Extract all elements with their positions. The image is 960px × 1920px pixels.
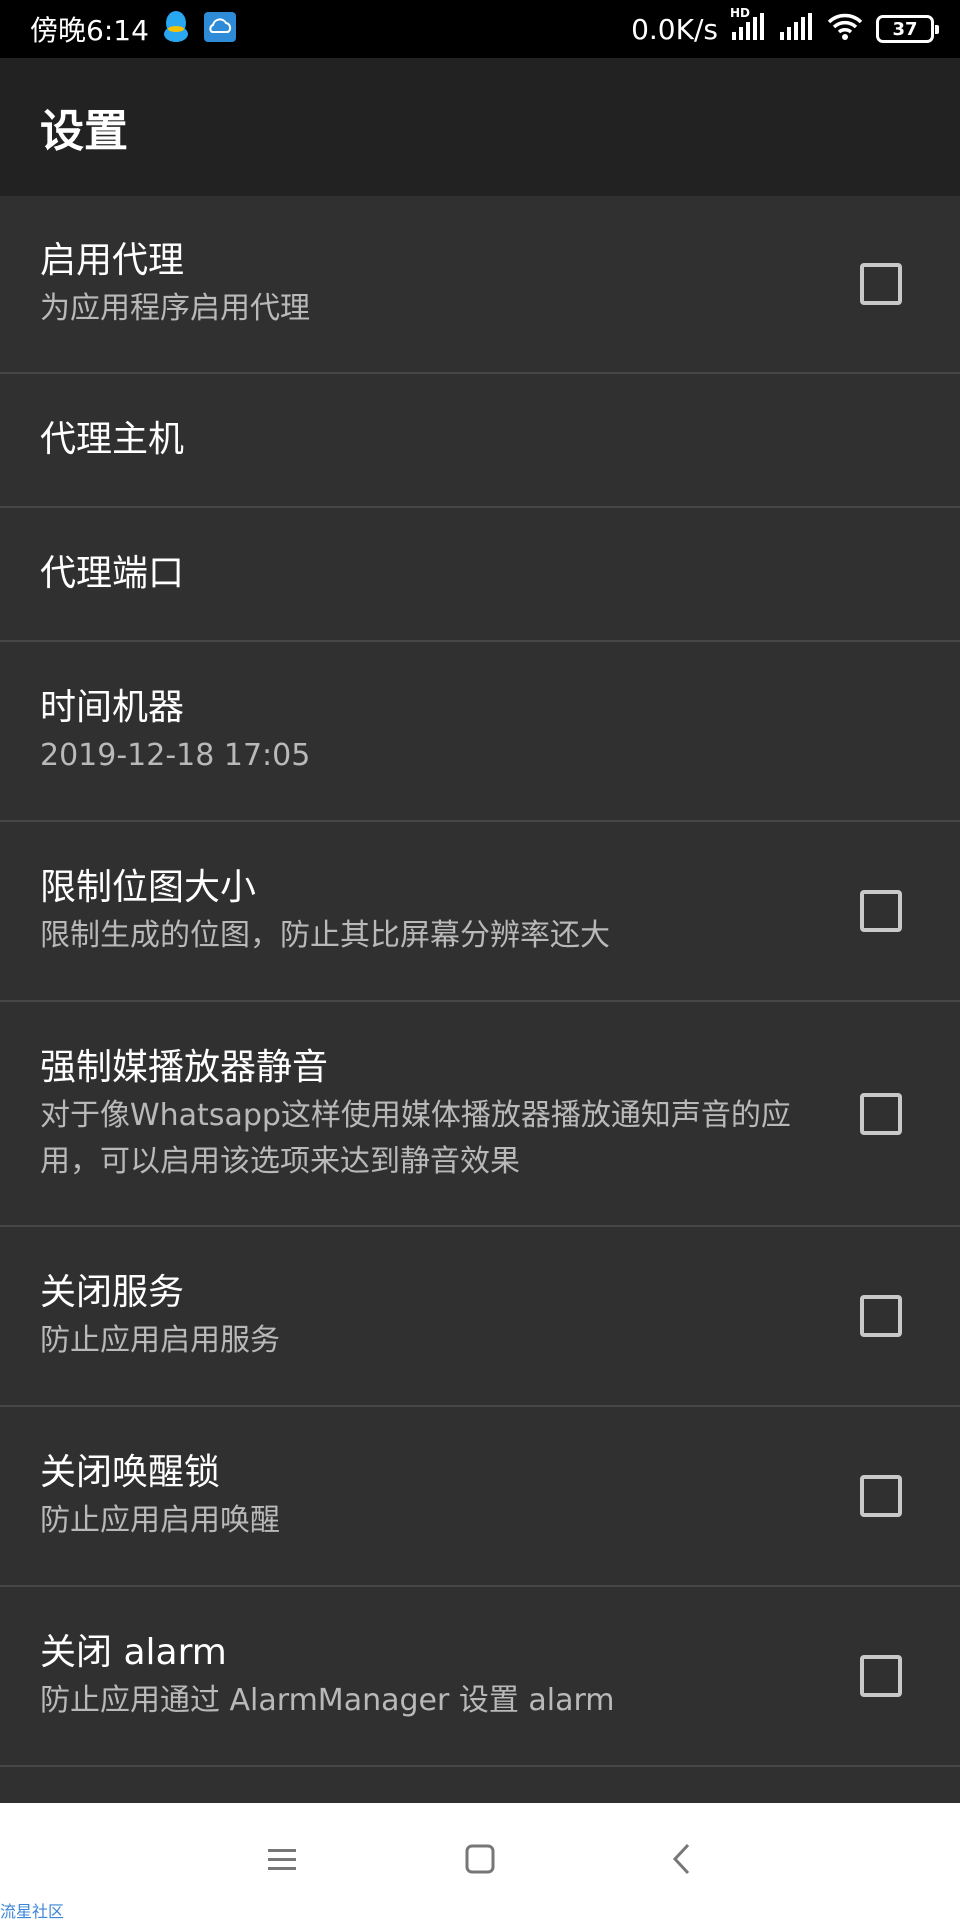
setting-subtitle: 2019-12-18 17:05 xyxy=(40,738,311,773)
setting-title: 代理端口 xyxy=(40,553,185,594)
signal-icon-2 xyxy=(778,12,814,46)
setting-text: 代理端口 xyxy=(40,549,920,599)
watermark: 流星社区 xyxy=(0,1902,65,1920)
setting-proxy-host[interactable]: 代理主机 xyxy=(0,374,960,508)
settings-list: 启用代理 为应用程序启用代理 代理主机 代理端口 时间机器 2019-12-18… xyxy=(0,196,960,1767)
screen: 傍晚6:14 0.0K/s HD 37 设置 启用代理 为应用程序启用代理 代理… xyxy=(0,0,960,1920)
hd-badge: HD xyxy=(730,6,751,20)
setting-limit-bitmap[interactable]: 限制位图大小 限制生成的位图，防止其比屏幕分辨率还大 xyxy=(0,822,960,1002)
nav-bar xyxy=(0,1803,960,1920)
cloud-icon xyxy=(203,11,237,47)
setting-text: 关闭服务 防止应用启用服务 xyxy=(40,1268,860,1364)
setting-title: 关闭服务 xyxy=(40,1272,185,1313)
setting-title: 关闭唤醒锁 xyxy=(40,1452,221,1493)
setting-title: 代理主机 xyxy=(40,419,185,460)
mute-media-player-checkbox[interactable] xyxy=(860,1092,902,1135)
setting-subtitle: 限制生成的位图，防止其比屏幕分辨率还大 xyxy=(40,918,610,953)
disable-services-checkbox[interactable] xyxy=(860,1295,902,1337)
qq-icon xyxy=(161,10,191,48)
back-icon[interactable] xyxy=(652,1829,712,1889)
setting-text: 限制位图大小 限制生成的位图，防止其比屏幕分辨率还大 xyxy=(40,863,860,959)
status-bar: 傍晚6:14 0.0K/s HD 37 xyxy=(0,0,960,58)
setting-time-machine[interactable]: 时间机器 2019-12-18 17:05 xyxy=(0,642,960,822)
setting-title: 关闭 alarm xyxy=(40,1632,227,1673)
status-right: 0.0K/s HD 37 xyxy=(631,6,939,46)
network-speed: 0.0K/s xyxy=(631,12,718,46)
setting-text: 关闭唤醒锁 防止应用启用唤醒 xyxy=(40,1448,860,1544)
disable-alarm-checkbox[interactable] xyxy=(860,1655,902,1697)
setting-disable-alarm[interactable]: 关闭 alarm 防止应用通过 AlarmManager 设置 alarm xyxy=(0,1587,960,1767)
status-time: 傍晚6:14 xyxy=(30,14,149,47)
setting-title: 时间机器 xyxy=(40,687,185,728)
setting-mute-media-player[interactable]: 强制媒播放器静音 对于像Whatsapp这样使用媒体播放器播放通知声音的应用，可… xyxy=(0,1002,960,1227)
setting-text: 启用代理 为应用程序启用代理 xyxy=(40,236,860,332)
setting-proxy-port[interactable]: 代理端口 xyxy=(0,508,960,642)
setting-subtitle: 为应用程序启用代理 xyxy=(40,291,310,326)
signal-icon: HD xyxy=(730,6,766,46)
setting-text: 强制媒播放器静音 对于像Whatsapp这样使用媒体播放器播放通知声音的应用，可… xyxy=(40,1043,860,1185)
enable-proxy-checkbox[interactable] xyxy=(860,263,902,305)
setting-subtitle: 防止应用启用唤醒 xyxy=(40,1503,280,1538)
home-icon[interactable] xyxy=(450,1829,510,1889)
setting-title: 强制媒播放器静音 xyxy=(40,1046,329,1088)
setting-text: 关闭 alarm 防止应用通过 AlarmManager 设置 alarm xyxy=(40,1628,860,1724)
menu-icon[interactable] xyxy=(252,1829,312,1889)
setting-title: 启用代理 xyxy=(40,240,185,281)
disable-wakelock-checkbox[interactable] xyxy=(860,1475,902,1517)
app-bar: 设置 xyxy=(0,58,960,196)
setting-subtitle: 防止应用通过 AlarmManager 设置 alarm xyxy=(40,1683,615,1718)
status-left: 傍晚6:14 xyxy=(30,9,237,49)
setting-text: 代理主机 xyxy=(40,415,920,465)
page-title: 设置 xyxy=(40,106,128,157)
battery-icon: 37 xyxy=(876,15,939,43)
wifi-icon xyxy=(826,12,864,46)
setting-title: 限制位图大小 xyxy=(40,867,257,908)
battery-level: 37 xyxy=(892,18,918,40)
setting-text: 时间机器 2019-12-18 17:05 xyxy=(40,683,920,779)
setting-disable-services[interactable]: 关闭服务 防止应用启用服务 xyxy=(0,1227,960,1407)
setting-subtitle: 防止应用启用服务 xyxy=(40,1323,280,1358)
setting-disable-wakelock[interactable]: 关闭唤醒锁 防止应用启用唤醒 xyxy=(0,1407,960,1587)
setting-enable-proxy[interactable]: 启用代理 为应用程序启用代理 xyxy=(0,196,960,374)
limit-bitmap-checkbox[interactable] xyxy=(860,890,902,932)
setting-subtitle: 对于像Whatsapp这样使用媒体播放器播放通知声音的应用，可以启用该选项来达到… xyxy=(40,1097,791,1179)
